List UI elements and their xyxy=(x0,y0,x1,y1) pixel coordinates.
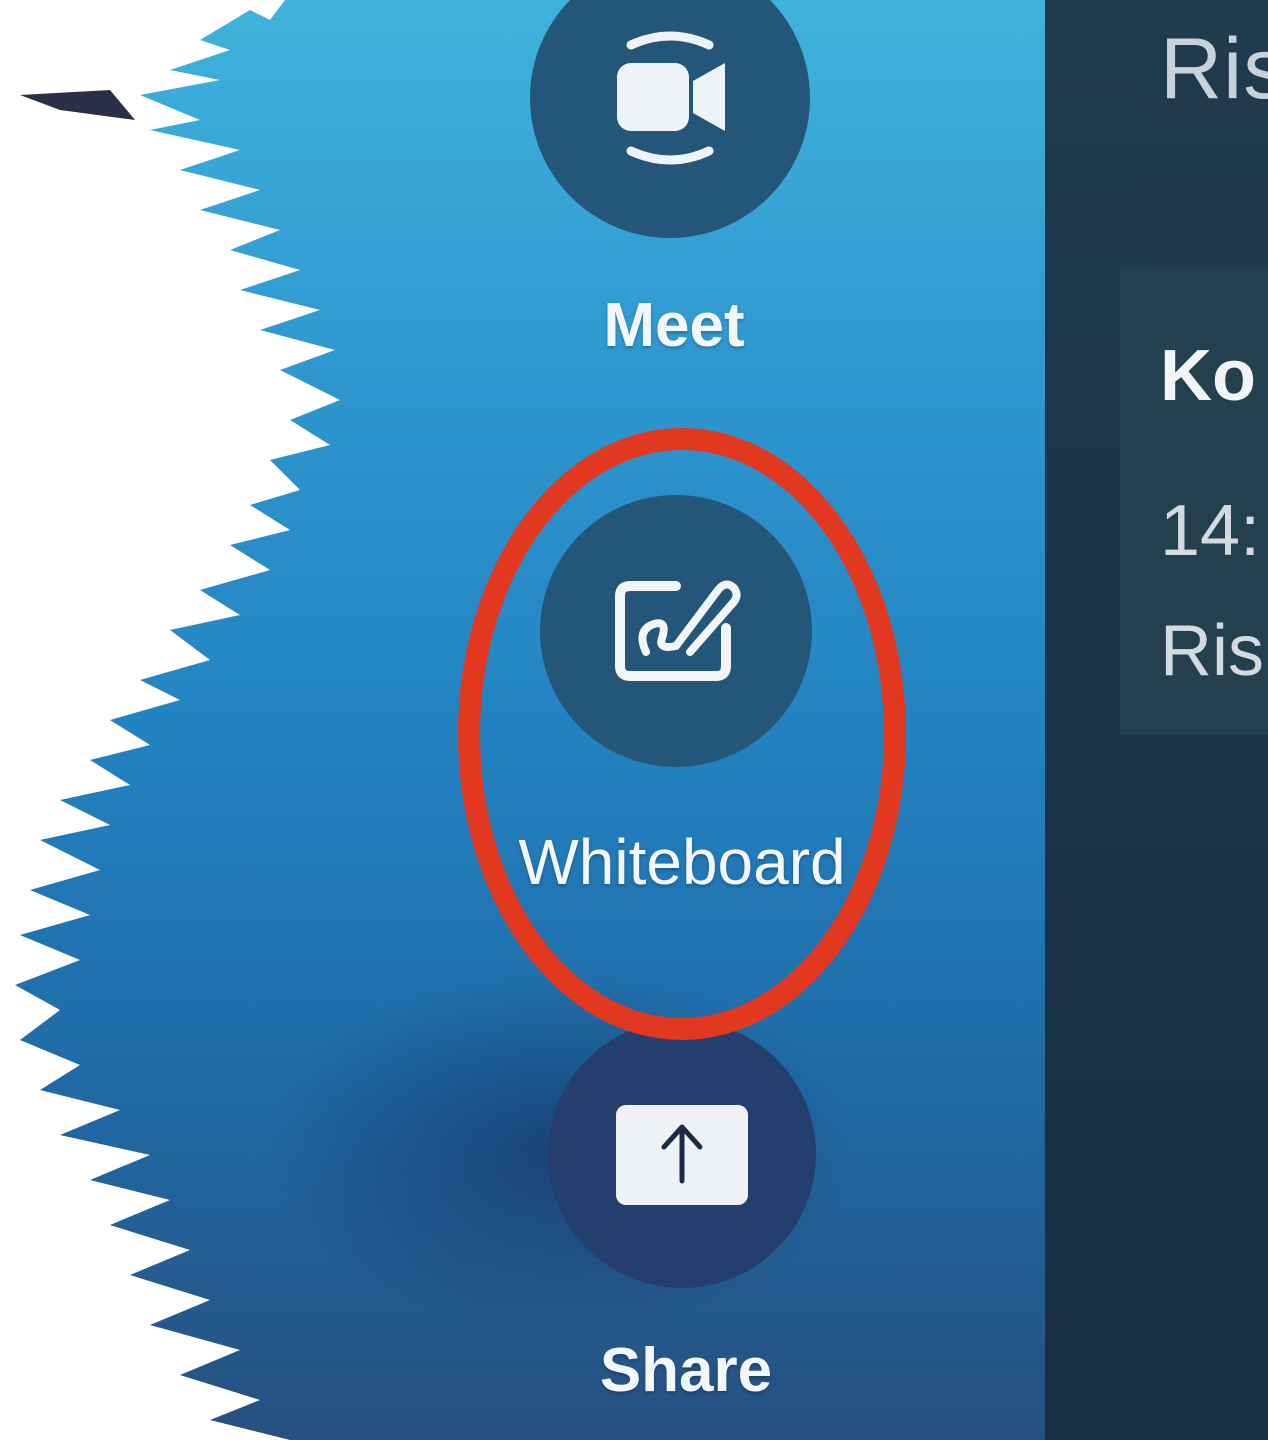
highlight-ellipse xyxy=(458,428,906,1040)
right-panel-top-text: Ris xyxy=(1160,21,1268,117)
share-label: Share xyxy=(599,1336,773,1405)
torn-paper-edge xyxy=(0,0,340,1440)
video-camera-icon xyxy=(617,31,725,165)
share-upload-icon xyxy=(616,1105,748,1205)
share-button[interactable] xyxy=(548,1020,816,1288)
meeting-title: Ko xyxy=(1160,336,1256,416)
right-panel: Ris Ko 14: Ris xyxy=(1045,0,1268,1440)
meeting-room: Ris xyxy=(1160,611,1264,691)
meeting-time: 14: xyxy=(1160,491,1261,571)
meeting-card[interactable]: Ko 14: Ris xyxy=(1120,265,1268,735)
meet-label: Meet xyxy=(603,291,745,360)
